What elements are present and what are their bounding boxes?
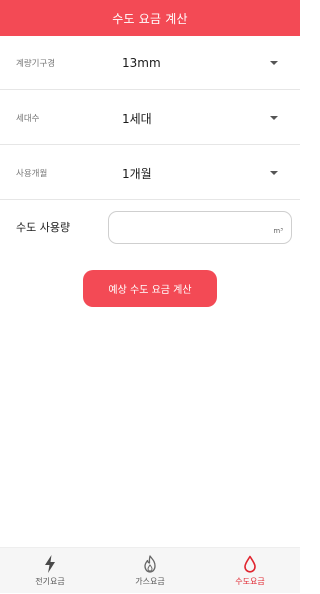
lightning-icon [45, 555, 55, 573]
nav-label-electricity: 전기요금 [35, 577, 65, 586]
nav-label-gas: 가스요금 [135, 577, 165, 586]
nav-tab-electricity[interactable]: 전기요금 [0, 548, 100, 594]
household-count-select[interactable]: 세대수 1세대 [0, 91, 300, 145]
household-count-label: 세대수 [16, 114, 40, 124]
cubic-meter-unit: m³ [273, 227, 283, 235]
meter-size-select[interactable]: 계량기구경 13mm [0, 36, 300, 90]
water-usage-input[interactable]: m³ [108, 211, 292, 244]
flame-icon [144, 555, 156, 573]
nav-tab-water[interactable]: 수도요금 [200, 548, 300, 594]
dropdown-arrow-icon[interactable] [270, 116, 278, 120]
water-usage-label: 수도 사용량 [16, 221, 71, 234]
household-count-value[interactable]: 1세대 [122, 91, 152, 145]
page-title: 수도 요금 계산 [112, 11, 188, 26]
dropdown-arrow-icon[interactable] [270, 61, 278, 65]
water-drop-icon [244, 555, 256, 573]
dropdown-arrow-icon[interactable] [270, 171, 278, 175]
bottom-navigation: 전기요금 가스요금 수도요금 [0, 547, 300, 593]
usage-months-label: 사용개월 [16, 169, 48, 179]
nav-tab-gas[interactable]: 가스요금 [100, 548, 200, 594]
usage-months-select[interactable]: 사용개월 1개월 [0, 146, 300, 200]
meter-size-value[interactable]: 13mm [122, 36, 161, 90]
calculate-button-label: 예상 수도 요금 계산 [108, 285, 192, 296]
usage-months-value[interactable]: 1개월 [122, 146, 152, 200]
meter-size-label: 계량기구경 [16, 59, 56, 69]
nav-label-water: 수도요금 [235, 577, 265, 586]
app-header: 수도 요금 계산 [0, 0, 300, 36]
calculate-button[interactable]: 예상 수도 요금 계산 [83, 270, 217, 307]
